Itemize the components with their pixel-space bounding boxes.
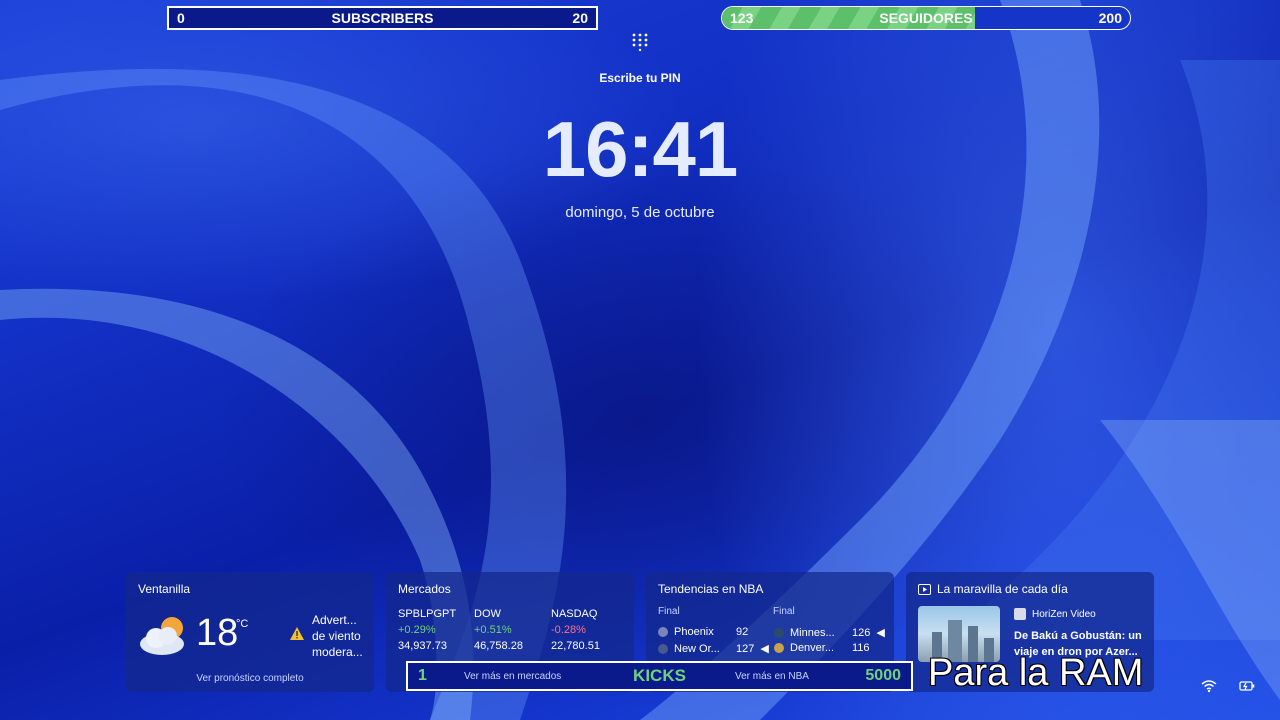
kicks-label: KICKS xyxy=(633,666,686,685)
team-name: Minnes... xyxy=(790,626,835,639)
weather-alert-line: de viento xyxy=(312,629,361,643)
markets-title: Mercados xyxy=(398,582,451,596)
team-score: 92 xyxy=(736,626,749,638)
market-name: DOW xyxy=(474,608,501,620)
warning-icon xyxy=(290,627,304,640)
followers-current: 123 xyxy=(730,10,754,26)
team-logo-icon xyxy=(658,643,668,654)
team-name: New Or... xyxy=(674,642,720,655)
headline-line: De Bakú a Gobustán: un xyxy=(1014,630,1142,642)
daily-title-row: La maravilla de cada día xyxy=(918,582,1142,596)
game-row[interactable]: Phoenix 92 xyxy=(658,626,748,638)
weather-alert-line: modera... xyxy=(312,645,363,659)
team-name: Denver... xyxy=(790,642,835,654)
weather-alert-line: Advert... xyxy=(312,613,357,627)
market-value: 46,758.28 xyxy=(474,640,523,652)
overlay-caption: Para la RAM xyxy=(928,652,1144,694)
wifi-icon[interactable] xyxy=(1201,678,1217,694)
kicks-counter-bar: 1 Ver más en mercados KICKS Ver más en N… xyxy=(406,661,913,691)
market-name: SPBLPGPT xyxy=(398,608,457,620)
market-change: +0.51% xyxy=(474,624,512,636)
weather-alert: Advert... de viento modera... xyxy=(312,612,372,660)
team-score: 116 xyxy=(852,642,870,654)
followers-progress-bar: 123 SEGUIDORES 200 xyxy=(721,6,1131,30)
kicks-goal: 5000 xyxy=(865,667,901,684)
winner-arrow-icon: ◀ xyxy=(760,643,769,655)
team-score: 126 xyxy=(852,626,871,639)
subscribers-label: SUBSCRIBERS xyxy=(331,10,434,26)
game-row[interactable]: New Or... 127 ◀ xyxy=(658,642,769,655)
subscribers-min: 0 xyxy=(177,10,185,26)
game-status: Final xyxy=(773,606,795,617)
weather-location: Ventanilla xyxy=(138,582,191,596)
market-change: +0.29% xyxy=(398,624,436,636)
nba-title: Tendencias en NBA xyxy=(658,582,764,596)
weather-widget[interactable]: Ventanilla 18 °C Advert... de viento mod… xyxy=(126,572,374,692)
publisher-name: HoriZen Video xyxy=(1032,608,1096,620)
team-name: Phoenix xyxy=(674,626,714,638)
subscribers-goal: 20 xyxy=(572,10,588,26)
market-item[interactable]: DOW +0.51% 46,758.28 xyxy=(474,606,523,654)
game-row[interactable]: Denver... 116 xyxy=(774,642,870,654)
partly-cloudy-icon xyxy=(140,617,184,655)
followers-goal: 200 xyxy=(1098,10,1122,26)
weather-unit: °C xyxy=(236,618,249,630)
team-logo-icon xyxy=(658,627,668,637)
followers-progress-fill xyxy=(722,7,975,29)
weather-forecast-link[interactable]: Ver pronóstico completo xyxy=(126,673,374,684)
nba-more-link[interactable]: Ver más en NBA xyxy=(735,671,809,682)
publisher-logo-icon xyxy=(1014,608,1026,620)
subscribers-counter-bar: 0 SUBSCRIBERS 20 xyxy=(167,6,598,30)
lock-clock: 16:41 xyxy=(542,105,739,193)
weather-temperature: 18 xyxy=(196,612,239,654)
keypad-icon[interactable] xyxy=(631,33,649,51)
market-item[interactable]: NASDAQ -0.28% 22,780.51 xyxy=(551,606,600,654)
team-score: 127 xyxy=(736,642,755,655)
market-name: NASDAQ xyxy=(551,608,598,620)
video-icon xyxy=(918,583,931,595)
team-logo-icon xyxy=(774,627,784,638)
team-logo-icon xyxy=(774,643,784,653)
battery-icon[interactable] xyxy=(1239,678,1255,694)
kicks-current: 1 xyxy=(418,667,427,684)
game-status: Final xyxy=(658,606,680,617)
lock-date: domingo, 5 de octubre xyxy=(565,204,715,221)
market-item[interactable]: SPBLPGPT +0.29% 34,937.73 xyxy=(398,606,456,654)
daily-title: La maravilla de cada día xyxy=(937,582,1068,596)
market-value: 34,937.73 xyxy=(398,640,447,652)
winner-arrow-icon: ◀ xyxy=(876,627,885,639)
market-change: -0.28% xyxy=(551,624,586,636)
pin-prompt[interactable]: Escribe tu PIN xyxy=(0,71,1280,85)
video-source: HoriZen Video xyxy=(1014,608,1096,620)
market-value: 22,780.51 xyxy=(551,640,600,652)
game-row[interactable]: Minnes... 126 ◀ xyxy=(774,626,885,639)
